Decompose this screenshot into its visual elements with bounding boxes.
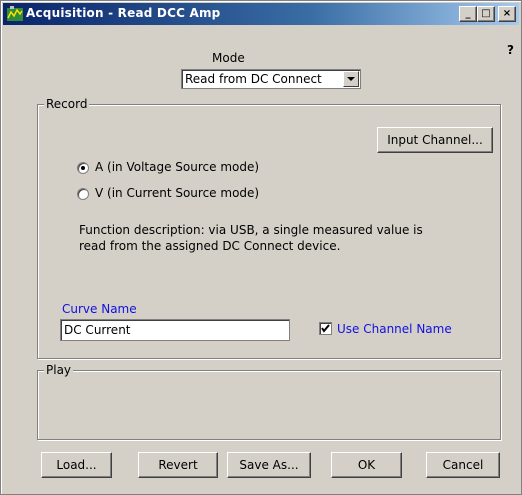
mode-select[interactable]: Read from DC Connect xyxy=(181,69,361,89)
help-icon[interactable]: ? xyxy=(507,43,514,57)
load-button[interactable]: Load... xyxy=(41,452,112,478)
curve-name-value: DC Current xyxy=(64,323,131,337)
play-group-title: Play xyxy=(44,363,74,377)
use-channel-name-label[interactable]: Use Channel Name xyxy=(337,322,452,336)
dialog-window: Acquisition - Read DCC Amp _ □ × ? Mode … xyxy=(0,0,522,495)
maximize-button[interactable]: □ xyxy=(477,6,495,22)
ok-button-label: OK xyxy=(357,458,376,472)
radio-v[interactable] xyxy=(77,188,89,200)
ok-button[interactable]: OK xyxy=(331,452,402,478)
minimize-button[interactable]: _ xyxy=(459,6,477,22)
maximize-icon: □ xyxy=(481,8,491,19)
app-icon xyxy=(7,6,23,21)
record-group-title: Record xyxy=(44,97,90,111)
radio-a[interactable] xyxy=(77,162,89,174)
input-channel-button-label: Input Channel... xyxy=(387,133,483,147)
function-description-line-2: read from the assigned DC Connect device… xyxy=(79,239,341,253)
close-button[interactable]: × xyxy=(498,6,516,22)
input-channel-button[interactable]: Input Channel... xyxy=(377,127,493,153)
chevron-down-icon[interactable] xyxy=(343,71,359,87)
minimize-icon: _ xyxy=(465,8,471,19)
save-as-button[interactable]: Save As... xyxy=(227,452,311,478)
curve-name-label: Curve Name xyxy=(62,302,137,316)
radio-a-selected-dot xyxy=(81,166,85,170)
cancel-button[interactable]: Cancel xyxy=(426,452,500,478)
mode-label: Mode xyxy=(212,51,245,65)
mode-select-value: Read from DC Connect xyxy=(185,72,322,86)
function-description-line-1: Function description: via USB, a single … xyxy=(79,223,423,237)
use-channel-name-checkbox[interactable] xyxy=(319,322,332,335)
load-button-label: Load... xyxy=(56,458,97,472)
window-title: Acquisition - Read DCC Amp xyxy=(26,6,221,20)
checkmark-icon xyxy=(321,324,330,333)
close-icon: × xyxy=(502,8,512,19)
play-group xyxy=(37,370,501,440)
revert-button[interactable]: Revert xyxy=(138,452,218,478)
radio-a-label[interactable]: A (in Voltage Source mode) xyxy=(95,160,259,174)
title-bar[interactable]: Acquisition - Read DCC Amp _ □ × xyxy=(3,3,519,25)
revert-button-label: Revert xyxy=(158,458,198,472)
save-as-button-label: Save As... xyxy=(239,458,299,472)
cancel-button-label: Cancel xyxy=(442,458,484,472)
radio-v-label[interactable]: V (in Current Source mode) xyxy=(95,186,259,200)
curve-name-input[interactable]: DC Current xyxy=(60,319,290,341)
